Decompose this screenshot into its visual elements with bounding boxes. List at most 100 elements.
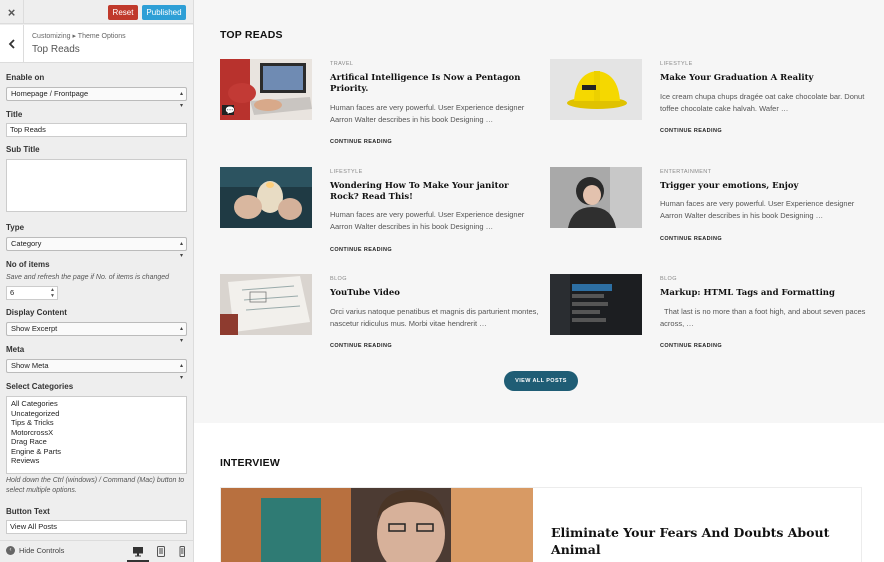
post-thumbnail[interactable] [550, 59, 642, 120]
continue-reading-link[interactable]: CONTINUE READING [330, 247, 392, 253]
post-thumbnail[interactable] [550, 167, 642, 228]
svg-text:💬: 💬 [225, 105, 235, 115]
candle-hands-image [220, 167, 312, 228]
continue-reading-link[interactable]: CONTINUE READING [660, 343, 722, 349]
tablet-preview-icon[interactable] [155, 546, 167, 557]
subtitle-textarea[interactable] [6, 159, 187, 212]
continue-reading-link[interactable]: CONTINUE READING [660, 236, 722, 242]
post-title[interactable]: Trigger your emotions, Enjoy [660, 181, 860, 192]
select-arrows-icon: ▴ ▾ [179, 363, 183, 381]
type-value: Category [11, 239, 42, 248]
sidebar-footer: ‹ Hide Controls [0, 540, 193, 562]
man-portrait-image [221, 488, 533, 562]
categories-hint: Hold down the Ctrl (windows) / Command (… [6, 477, 185, 494]
select-arrows-icon: ▴ ▾ [179, 326, 183, 344]
no-of-items-value: 6 [10, 288, 15, 297]
post-title[interactable]: Markup: HTML Tags and Formatting [660, 288, 860, 299]
post-category[interactable]: TRAVEL [330, 61, 353, 67]
button-text-input[interactable]: View All Posts [6, 520, 187, 534]
post-title[interactable]: YouTube Video [330, 288, 530, 299]
published-button[interactable]: Published [142, 5, 186, 20]
sidebar-topbar: × Reset Published [0, 0, 193, 24]
no-of-items-input[interactable]: 6 ▲ ▼ [6, 286, 58, 300]
view-all-posts-button[interactable]: VIEW ALL POSTS [504, 371, 578, 391]
select-categories-label: Select Categories [6, 382, 74, 391]
post-excerpt: Orci varius natoque penatibus et magnis … [330, 307, 539, 328]
type-label: Type [6, 223, 25, 232]
post-title[interactable]: Wondering How To Make Your janitor Rock?… [330, 181, 530, 203]
post-excerpt: Human faces are very powerful. User Expe… [330, 210, 525, 231]
interview-card[interactable]: Eliminate Your Fears And Doubts About An… [220, 487, 862, 562]
post-excerpt: Human faces are very powerful. User Expe… [330, 103, 525, 124]
enable-on-label: Enable on [6, 73, 45, 82]
meta-value: Show Meta [11, 361, 49, 370]
post-excerpt: Human faces are very powerful. User Expe… [660, 199, 855, 220]
post-thumbnail[interactable]: 💬 [220, 59, 312, 120]
meta-select[interactable]: Show Meta ▴ ▾ [6, 359, 187, 381]
notebook-sketch-image [220, 274, 312, 335]
title-input[interactable]: Top Reads [6, 123, 187, 137]
display-content-select[interactable]: Show Excerpt ▴ ▾ [6, 322, 187, 344]
site-preview: TOP READS 💬 TRAVEL Artifical Intelligenc… [194, 0, 884, 562]
no-of-items-label: No of items [6, 260, 50, 269]
breadcrumb: Customizing ▸ Theme Options [32, 33, 126, 40]
enable-on-value: Homepage / Frontpage [11, 89, 89, 98]
title-label: Title [6, 110, 23, 119]
post-thumbnail[interactable] [550, 274, 642, 335]
continue-reading-link[interactable]: CONTINUE READING [660, 128, 722, 134]
post-thumbnail[interactable] [220, 167, 312, 228]
wordpress-dashboard-image [550, 274, 642, 335]
categories-multiselect[interactable]: All Categories Uncategorized Tips & Tric… [6, 396, 187, 474]
chevron-left-icon [8, 39, 15, 49]
mobile-preview-icon[interactable] [176, 546, 188, 557]
category-option[interactable]: Tips & Tricks [11, 418, 182, 428]
button-text-label: Button Text [6, 507, 50, 516]
meta-label: Meta [6, 345, 25, 354]
hide-controls-label: Hide Controls [19, 546, 65, 555]
type-select[interactable]: Category ▴ ▾ [6, 237, 187, 259]
hide-controls-button[interactable]: ‹ Hide Controls [6, 546, 64, 555]
category-option[interactable]: Uncategorized [11, 409, 182, 419]
enable-on-select[interactable]: Homepage / Frontpage ▴ ▾ [6, 87, 187, 109]
post-excerpt: Ice cream chupa chups dragée oat cake ch… [660, 92, 865, 113]
hard-hat-image [550, 59, 642, 120]
continue-reading-link[interactable]: CONTINUE READING [330, 139, 392, 145]
post-category[interactable]: ENTERTAINMENT [660, 169, 711, 175]
customizer-sidebar: × Reset Published Customizing ▸ Theme Op… [0, 0, 194, 562]
category-option[interactable]: Drag Race [11, 437, 182, 447]
top-reads-heading: TOP READS [220, 29, 283, 41]
panel-header: Customizing ▸ Theme Options Top Reads [0, 25, 193, 63]
post-title[interactable]: Artifical Intelligence Is Now a Pentagon… [330, 73, 530, 95]
subtitle-label: Sub Title [6, 145, 40, 154]
interview-post-title[interactable]: Eliminate Your Fears And Doubts About An… [551, 524, 841, 558]
post-category[interactable]: LIFESTYLE [660, 61, 693, 67]
category-option[interactable]: MotorcrossX [11, 428, 182, 438]
desktop-preview-icon[interactable] [132, 546, 144, 557]
post-excerpt: That last is no more than a foot high, a… [660, 307, 866, 328]
post-category[interactable]: LIFESTYLE [330, 169, 363, 175]
category-option[interactable]: All Categories [11, 399, 182, 409]
select-arrows-icon: ▴ ▾ [179, 241, 183, 259]
select-arrows-icon: ▴ ▾ [179, 91, 183, 109]
continue-reading-link[interactable]: CONTINUE READING [330, 343, 392, 349]
post-category[interactable]: BLOG [330, 276, 347, 282]
post-title[interactable]: Make Your Graduation A Reality [660, 73, 860, 84]
interview-section: INTERVIEW Eliminate Your Fears And Doubt… [194, 423, 884, 562]
panel-title: Top Reads [32, 44, 80, 55]
laptop-typing-image: 💬 [220, 59, 312, 120]
reset-button[interactable]: Reset [108, 5, 138, 20]
no-of-items-hint: Save and refresh the page if No. of item… [6, 274, 170, 281]
interview-heading: INTERVIEW [220, 457, 280, 469]
category-option[interactable]: Engine & Parts [11, 447, 182, 457]
display-content-value: Show Excerpt [11, 324, 58, 333]
collapse-icon: ‹ [6, 546, 15, 555]
category-option[interactable]: Reviews [11, 456, 182, 466]
display-content-label: Display Content [6, 308, 67, 317]
woman-phone-image [550, 167, 642, 228]
post-category[interactable]: BLOG [660, 276, 677, 282]
spinner-arrows-icon[interactable]: ▲ ▼ [50, 287, 55, 299]
interview-image[interactable] [221, 488, 533, 562]
close-button[interactable]: × [0, 0, 24, 24]
back-button[interactable] [0, 25, 24, 63]
post-thumbnail[interactable] [220, 274, 312, 335]
